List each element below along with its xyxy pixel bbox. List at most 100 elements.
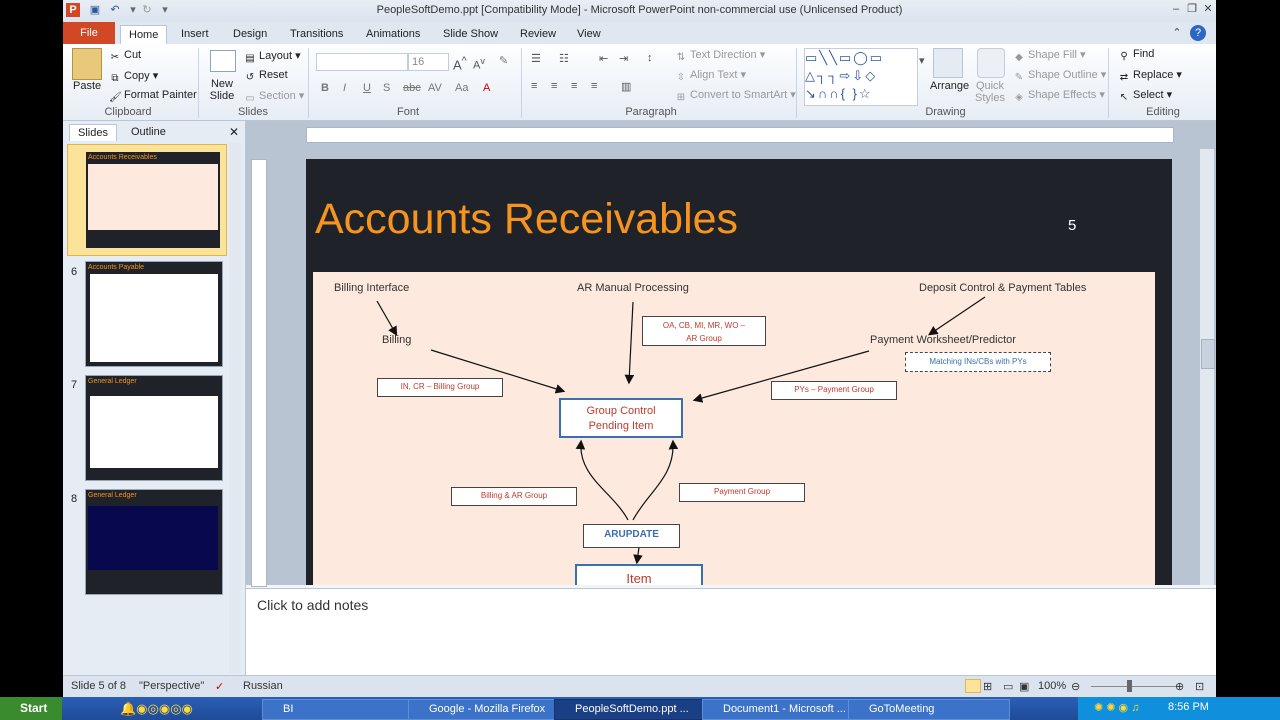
thumb-diagram <box>90 274 218 362</box>
zoom-level[interactable]: 100% <box>1038 680 1066 692</box>
shapes-gallery-more-icon[interactable]: ▾ <box>919 54 925 67</box>
quick-launch-icons[interactable]: 🔔◉◎◉◎◉ <box>120 701 193 717</box>
language-indicator[interactable]: Russian <box>243 680 283 692</box>
tray-icons[interactable]: ✺ ✺ ◉ ♫ <box>1094 701 1139 714</box>
slide-canvas[interactable]: Accounts Receivables 5 Billing Interface… <box>306 159 1172 585</box>
new-slide-icon[interactable] <box>210 50 236 72</box>
zoom-slider[interactable] <box>1091 686 1181 687</box>
new-slide-button[interactable]: New Slide <box>207 78 237 102</box>
shapes-gallery[interactable]: ▭╲╲▭◯▭ △┐┐⇨⇩◇ ↘∩∩{ }☆ <box>804 48 918 106</box>
tab-design[interactable]: Design <box>225 25 275 44</box>
paste-icon[interactable] <box>72 48 102 80</box>
arrange-button[interactable]: Arrange <box>930 80 969 92</box>
bold-icon[interactable]: B <box>321 82 329 94</box>
tab-file[interactable]: File <box>63 22 115 44</box>
taskbar-word[interactable]: Document1 - Microsoft ... <box>702 699 864 720</box>
font-size-box[interactable]: 16 <box>408 53 449 71</box>
justify-icon[interactable]: ≡ <box>591 80 597 92</box>
numbering-icon[interactable]: ☷ <box>559 52 569 65</box>
replace-button[interactable]: ⇄ Replace ▾ <box>1118 68 1182 84</box>
zoom-in-icon[interactable]: ⊕ <box>1175 680 1184 693</box>
taskbar-firefox[interactable]: Google - Mozilla Firefox <box>408 699 570 720</box>
ribbon-minimize-icon[interactable]: ⌃ <box>1169 25 1185 41</box>
decrease-indent-icon[interactable]: ⇤ <box>599 52 608 65</box>
zoom-out-icon[interactable]: ⊖ <box>1071 680 1080 693</box>
editor-scroll-thumb[interactable] <box>1201 339 1215 369</box>
grow-font-icon[interactable]: A^ <box>453 55 467 72</box>
format-painter-button[interactable]: 🖌 Format Painter <box>109 89 197 104</box>
italic-icon[interactable]: I <box>343 82 346 94</box>
slide-thumb-8[interactable]: General Ledger <box>85 489 223 595</box>
panel-scrollbar[interactable] <box>229 143 241 673</box>
align-center-icon[interactable]: ≡ <box>551 80 557 92</box>
layout-button[interactable]: ▤ Layout ▾ <box>244 49 300 65</box>
ar-process-diagram[interactable]: Billing Interface AR Manual Processing D… <box>313 272 1155 585</box>
normal-view-icon[interactable] <box>965 679 981 693</box>
notes-pane[interactable]: Click to add notes <box>246 588 1216 676</box>
change-case-icon[interactable]: Aa <box>455 82 468 94</box>
columns-icon[interactable]: ▥ <box>621 80 631 93</box>
notes-placeholder[interactable]: Click to add notes <box>257 597 368 613</box>
shape-outline-button[interactable]: ✎ Shape Outline ▾ <box>1013 68 1107 84</box>
increase-indent-icon[interactable]: ⇥ <box>619 52 628 65</box>
quick-styles-icon[interactable] <box>977 48 1005 78</box>
section-button[interactable]: ▭ Section ▾ <box>244 89 304 105</box>
close-panel-icon[interactable]: ✕ <box>229 125 239 139</box>
tab-review[interactable]: Review <box>512 25 564 44</box>
cut-button[interactable]: ✂ Cut <box>109 49 141 64</box>
fit-slide-icon[interactable]: ⊡ <box>1195 680 1204 693</box>
line-spacing-icon[interactable]: ↕ <box>647 52 653 64</box>
align-left-icon[interactable]: ≡ <box>531 80 537 92</box>
tab-view[interactable]: View <box>569 25 609 44</box>
underline-icon[interactable]: U <box>363 82 371 94</box>
tab-animations[interactable]: Animations <box>358 25 428 44</box>
slide-thumb-5-selected[interactable]: Accounts Receivables <box>67 144 227 256</box>
shape-fill-label: Shape Fill <box>1028 49 1077 61</box>
reading-view-icon[interactable]: ▭ <box>1003 680 1013 693</box>
minimize-icon[interactable]: – <box>1168 1 1184 17</box>
taskbar-bi[interactable]: BI <box>262 699 424 720</box>
arupdate-box: ARUPDATE <box>583 524 680 548</box>
tab-insert[interactable]: Insert <box>173 25 217 44</box>
align-right-icon[interactable]: ≡ <box>571 80 577 92</box>
font-color-icon[interactable]: A <box>483 82 490 94</box>
copy-button[interactable]: ⧉ Copy ▾ <box>109 69 158 85</box>
tab-outline[interactable]: Outline <box>123 124 174 140</box>
spellcheck-icon[interactable]: ✓ <box>215 680 224 693</box>
shrink-font-icon[interactable]: Av <box>473 56 485 72</box>
close-icon[interactable]: ✕ <box>1200 1 1216 17</box>
deposit-control-label: Deposit Control & Payment Tables <box>919 282 1087 294</box>
shape-fill-button[interactable]: ◆ Shape Fill ▾ <box>1013 48 1085 64</box>
select-button[interactable]: ↖ Select ▾ <box>1118 88 1172 104</box>
tab-transitions[interactable]: Transitions <box>282 25 351 44</box>
font-name-box[interactable] <box>316 53 408 71</box>
text-direction-button[interactable]: ⇅ Text Direction ▾ <box>675 48 765 64</box>
taskbar-powerpoint[interactable]: PeopleSoftDemo.ppt ... <box>554 699 720 720</box>
tab-slide-show[interactable]: Slide Show <box>435 25 506 44</box>
find-button[interactable]: ⚲ Find <box>1118 48 1154 63</box>
slide-thumb-7[interactable]: General Ledger <box>85 375 223 481</box>
convert-smartart-button[interactable]: ⊞ Convert to SmartArt ▾ <box>675 88 796 104</box>
zoom-slider-thumb[interactable] <box>1127 680 1132 692</box>
tab-home[interactable]: Home <box>120 25 168 45</box>
shape-effects-button[interactable]: ◈ Shape Effects ▾ <box>1013 88 1105 104</box>
taskbar-gotomeeting[interactable]: GoToMeeting <box>848 699 1010 720</box>
tab-slides[interactable]: Slides <box>69 124 117 141</box>
restore-icon[interactable]: ❐ <box>1184 1 1200 17</box>
start-button[interactable]: Start <box>0 697 62 720</box>
arrange-icon[interactable] <box>933 48 963 78</box>
bullets-icon[interactable]: ☰ <box>531 52 541 65</box>
character-spacing-icon[interactable]: AV <box>428 82 442 94</box>
quick-styles-button[interactable]: Quick Styles <box>973 80 1007 104</box>
shadow-icon[interactable]: S <box>383 82 390 94</box>
reset-button[interactable]: ↺ Reset <box>244 69 288 84</box>
align-text-button[interactable]: ⇳ Align Text ▾ <box>675 68 746 84</box>
slideshow-view-icon[interactable]: ▣ <box>1019 680 1029 693</box>
strikethrough-icon[interactable]: abc <box>403 82 421 94</box>
help-icon[interactable]: ? <box>1190 25 1206 41</box>
paste-button[interactable]: Paste <box>73 80 101 92</box>
clear-formatting-icon[interactable]: ✎ <box>499 54 508 67</box>
slide-thumb-6[interactable]: Accounts Payable <box>85 261 223 367</box>
slide-title[interactable]: Accounts Receivables <box>315 195 738 244</box>
slide-sorter-icon[interactable]: ⊞ <box>983 680 992 693</box>
